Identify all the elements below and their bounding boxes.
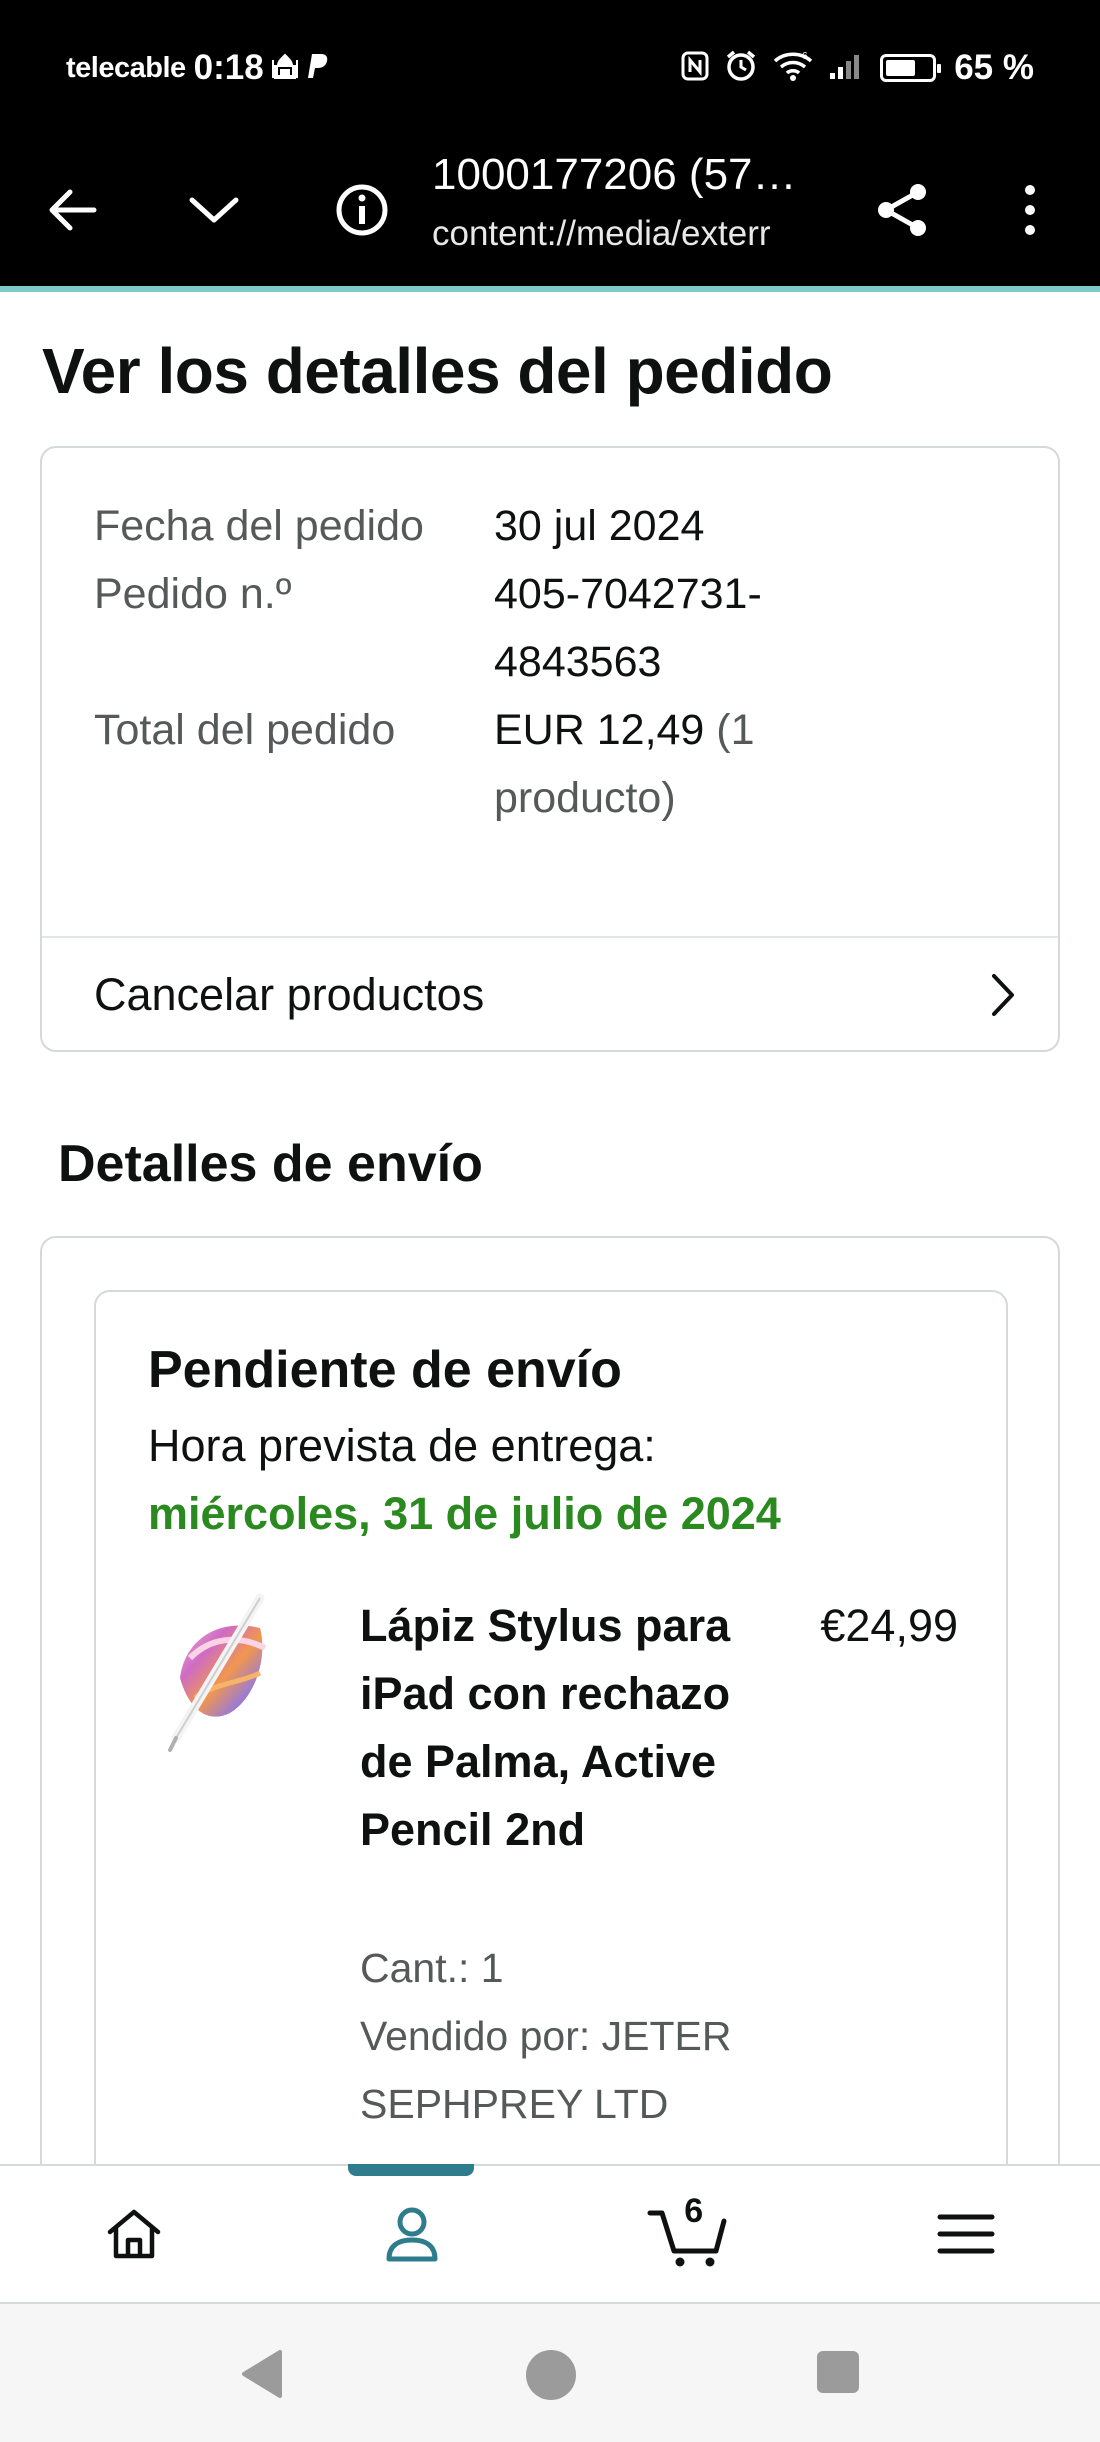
order-date-row: Fecha del pedido 30 jul 2024 [94, 492, 1014, 560]
order-summary-card: Fecha del pedido 30 jul 2024 Pedido n.º … [40, 446, 1060, 1052]
back-button[interactable] [36, 174, 108, 246]
stylus-pencil-image [168, 1593, 267, 1752]
chevron-down-icon [189, 197, 239, 223]
status-right: 6 65 % [680, 48, 1034, 88]
product-thumbnail[interactable] [160, 1588, 278, 1758]
product-title[interactable]: Lápiz Stylus para iPad con rechazo de Pa… [360, 1592, 760, 1864]
delivery-eta-label: Hora prevista de entrega: [148, 1420, 656, 1471]
menu-icon [937, 2214, 995, 2254]
system-back-button[interactable] [238, 2348, 286, 2405]
nav-menu[interactable] [904, 2166, 1028, 2302]
carrier-name: telecable [66, 51, 186, 84]
tab-title[interactable]: 1000177206 (57… [432, 150, 832, 200]
product-price: €24,99 [820, 1600, 958, 1651]
status-left: telecable 0:18 [66, 48, 330, 88]
url-text[interactable]: content://media/exterr [432, 214, 832, 254]
share-button[interactable] [866, 174, 938, 246]
svg-text:6: 6 [802, 51, 808, 62]
triangle-back-icon [242, 2350, 282, 2398]
cancel-products-link[interactable]: Cancelar productos [42, 938, 1058, 1052]
home-icon [107, 2209, 161, 2259]
order-number-row: Pedido n.º 405-7042731-4843563 [94, 560, 1014, 696]
order-total-label: Total del pedido [94, 706, 396, 754]
shipping-card: Pendiente de envío Hora prevista de entr… [40, 1236, 1060, 2164]
paypal-icon [306, 52, 330, 85]
system-recents-button[interactable] [814, 2348, 862, 2401]
alarm-icon [724, 49, 758, 88]
share-icon [878, 184, 926, 236]
order-number-value: 405-7042731-4843563 [494, 570, 762, 686]
chevron-right-icon [992, 974, 1014, 1016]
page-title: Ver los detalles del pedido [42, 335, 833, 407]
info-icon [336, 184, 388, 236]
order-number-label: Pedido n.º [94, 570, 292, 618]
order-summary-grid: Fecha del pedido 30 jul 2024 Pedido n.º … [94, 492, 1014, 832]
circle-home-icon [526, 2350, 576, 2400]
order-total-row: Total del pedido EUR 12,49 (1 producto) [94, 696, 1014, 832]
cart-count-badge: 6 [684, 2192, 704, 2230]
battery-percentage: 65 % [954, 48, 1034, 87]
main-content[interactable]: Ver los detalles del pedido Fecha del pe… [0, 292, 1100, 2164]
system-navigation-bar [0, 2304, 1100, 2442]
bottom-navigation: 6 [0, 2164, 1100, 2304]
account-icon [386, 2207, 438, 2262]
product-seller: Vendido por: JETER SEPHPREY LTD [360, 2013, 732, 2127]
delivery-eta-date: miércoles, 31 de julio de 2024 [148, 1488, 781, 1539]
battery-icon [880, 54, 942, 82]
shipping-section-title: Detalles de envío [58, 1135, 483, 1193]
arrow-left-icon [49, 189, 97, 231]
product-quantity: Cant.: 1 [360, 1945, 504, 1991]
wifi-icon: 6 [772, 49, 814, 88]
nav-account[interactable] [350, 2166, 474, 2302]
nav-cart[interactable]: 6 [626, 2166, 750, 2302]
order-total-amount: EUR 12,49 [494, 706, 705, 754]
mosque-icon [270, 52, 300, 85]
order-date-value: 30 jul 2024 [494, 502, 705, 550]
page-info-button[interactable] [326, 174, 398, 246]
collapse-button[interactable] [178, 174, 250, 246]
more-vertical-icon [1025, 185, 1035, 235]
nav-home[interactable] [72, 2166, 196, 2302]
nfc-icon [680, 50, 710, 87]
shipment-status: Pendiente de envío [148, 1341, 622, 1399]
shipment-card: Pendiente de envío Hora prevista de entr… [94, 1290, 1008, 2164]
square-recents-icon [817, 2351, 859, 2393]
order-total-value: EUR 12,49 (1 producto) [494, 696, 864, 832]
clock: 0:18 [193, 48, 264, 87]
browser-toolbar: 1000177206 (57… content://media/exterr [0, 136, 1100, 286]
signal-icon [828, 51, 866, 86]
order-date-label: Fecha del pedido [94, 502, 424, 550]
status-bar: telecable 0:18 6 65 % [0, 0, 1100, 136]
more-options-button[interactable] [994, 174, 1066, 246]
system-home-button[interactable] [524, 2348, 578, 2407]
cancel-products-label: Cancelar productos [94, 969, 485, 1020]
